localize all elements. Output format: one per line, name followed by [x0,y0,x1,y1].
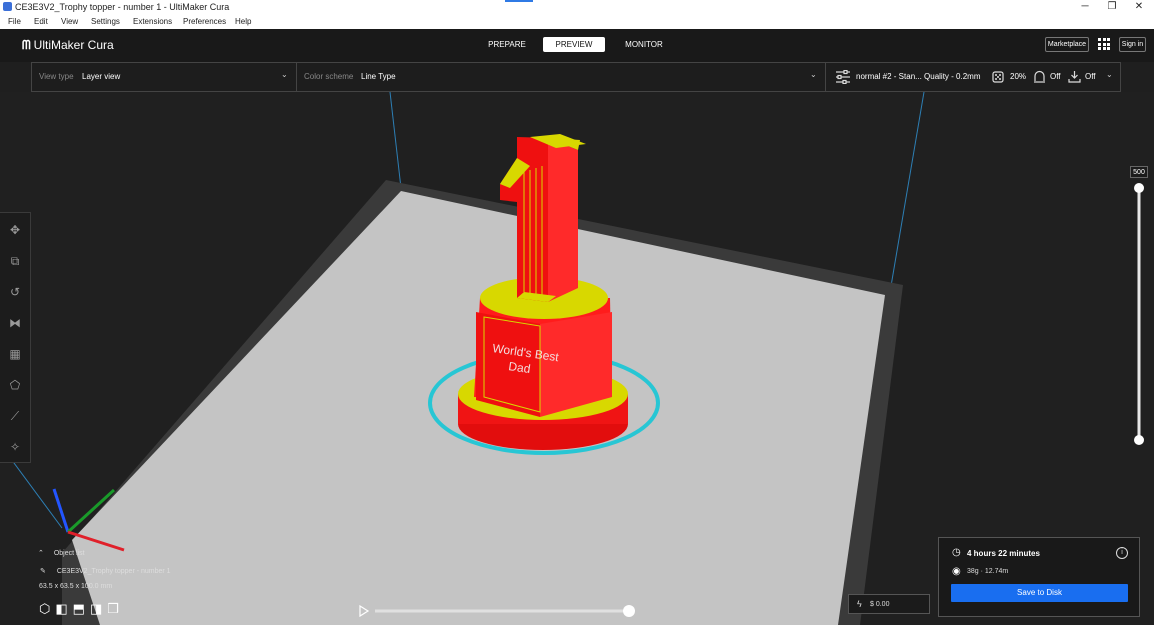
sign-in-button[interactable]: Sign in [1119,37,1146,52]
clock-icon: ◷ [952,547,961,558]
cura-app-icon [3,2,12,11]
save-to-disk-button[interactable]: Save to Disk [951,584,1128,602]
layer-number-badge[interactable]: 500 [1130,166,1148,178]
support-blocker-icon[interactable]: ⬠ [6,376,24,394]
material-usage: 38g · 12.74m [967,568,1009,575]
paint-tool-icon[interactable]: ✧ [6,438,24,456]
menu-help[interactable]: Help [235,17,251,26]
object-list-header: Object list [53,550,85,557]
window-title: CE3E3V2_Trophy topper - number 1 - UltiM… [15,2,230,12]
per-model-settings-icon[interactable]: ▦ [6,345,24,363]
z-axis-indicator [52,488,70,533]
apps-grid-icon[interactable] [1098,38,1110,50]
chevron-down-icon: ⌄ [281,70,288,79]
color-scheme-label: Color scheme [304,72,354,81]
build-volume-edge [389,92,402,189]
print-time: 4 hours 22 minutes [967,549,1040,558]
chevron-down-icon: ⌄ [810,70,817,79]
maximize-button[interactable]: ❐ [1098,0,1126,14]
camera-view-buttons: ⬡◧⬒◨❒ [39,601,124,617]
object-dimensions: 63.5 x 63.5 x 100.0 mm [39,583,113,590]
info-icon[interactable]: i [1116,547,1128,559]
cost-value: $ 0.00 [870,601,890,608]
simulation-controls [359,604,635,618]
view-type-value: Layer view [82,72,121,81]
lightning-icon: ϟ [857,599,862,609]
object-list-toggle[interactable]: ⌃ Object list [38,549,85,557]
tool-panel: ✥ ⧉ ↺ ⧓ ▦ ⬠ ⟋ ✧ [0,212,31,463]
layer-slider[interactable] [1132,178,1146,448]
cost-box: ϟ $ 0.00 [848,594,930,614]
object-name: CE3E3V2_Trophy topper - number 1 [56,568,171,575]
pencil-icon: ✎ [40,568,46,575]
move-tool-icon[interactable]: ✥ [6,221,24,239]
print-information-panel: ◷ 4 hours 22 minutes i ◉ 38g · 12.74m Sa… [938,537,1140,617]
menu-settings[interactable]: Settings [91,17,120,26]
ultimaker-logo-icon: ᗰ [22,38,31,52]
digit-one-side [548,138,578,302]
minimize-button[interactable]: ─ [1071,0,1099,14]
infill-icon [992,71,1004,83]
menu-edit[interactable]: Edit [34,17,48,26]
infill-value: 20% [1010,72,1027,81]
chevron-up-icon: ⌃ [38,550,44,557]
app-logo: ᗰ UltiMaker Cura [22,38,114,53]
play-icon[interactable] [359,604,370,618]
view-type-dropdown[interactable]: View type Layer view ⌄ [32,63,296,91]
chevron-down-icon: ⌄ [1106,70,1113,79]
list-item[interactable]: ✎ CE3E3V2_Trophy topper - number 1 [40,567,171,575]
profile-name: normal #2 - Stan... Quality - 0.2mm [856,72,981,81]
rotate-tool-icon[interactable]: ↺ [6,283,24,301]
scale-tool-icon[interactable]: ⧉ [6,252,24,270]
title-accent-bar [505,0,533,2]
settings-sliders-icon [836,70,850,84]
tab-preview[interactable]: PREVIEW [543,37,605,52]
mirror-tool-icon[interactable]: ⧓ [6,314,24,332]
print-settings-selector[interactable]: normal #2 - Stan... Quality - 0.2mm 20% … [826,63,1120,91]
layer-slider-top-handle[interactable] [1134,183,1144,193]
menu-bar: File Edit View Settings Extensions Prefe… [0,14,1154,30]
support-value: Off [1050,72,1061,81]
layer-slider-bottom-handle[interactable] [1134,435,1144,445]
build-volume-edge [889,92,925,293]
measure-tool-icon[interactable]: ⟋ [6,407,24,425]
menu-file[interactable]: File [8,17,21,26]
simulation-bar [355,602,645,620]
left-view-icon[interactable]: ◨ [90,601,107,616]
right-view-icon[interactable]: ❒ [107,601,124,616]
color-scheme-dropdown[interactable]: Color scheme Line Type ⌄ [297,63,825,91]
adhesion-icon [1068,71,1081,83]
simulation-handle[interactable] [623,605,635,617]
object-list: ⌃ Object list ✎ CE3E3V2_Trophy topper - … [36,549,246,621]
filament-spool-icon: ◉ [952,566,961,577]
3d-view-icon[interactable]: ⬡ [39,601,55,616]
front-view-icon[interactable]: ◧ [55,601,72,616]
marketplace-button[interactable]: Marketplace [1045,37,1089,52]
menu-extensions[interactable]: Extensions [133,17,172,26]
adhesion-value: Off [1085,72,1096,81]
menu-view[interactable]: View [61,17,78,26]
tab-monitor[interactable]: MONITOR [616,37,672,52]
color-scheme-value: Line Type [361,72,396,81]
support-icon [1034,70,1045,83]
view-type-label: View type [39,72,74,81]
window-title-bar: CE3E3V2_Trophy topper - number 1 - UltiM… [0,0,1154,14]
close-button[interactable]: ✕ [1125,0,1153,14]
logo-text: UltiMaker Cura [33,38,114,52]
top-view-icon[interactable]: ⬒ [73,601,90,616]
view-toolbar: View type Layer view ⌄ Color scheme Line… [31,62,1121,92]
menu-preferences[interactable]: Preferences [183,17,226,26]
tab-prepare[interactable]: PREPARE [479,37,535,52]
